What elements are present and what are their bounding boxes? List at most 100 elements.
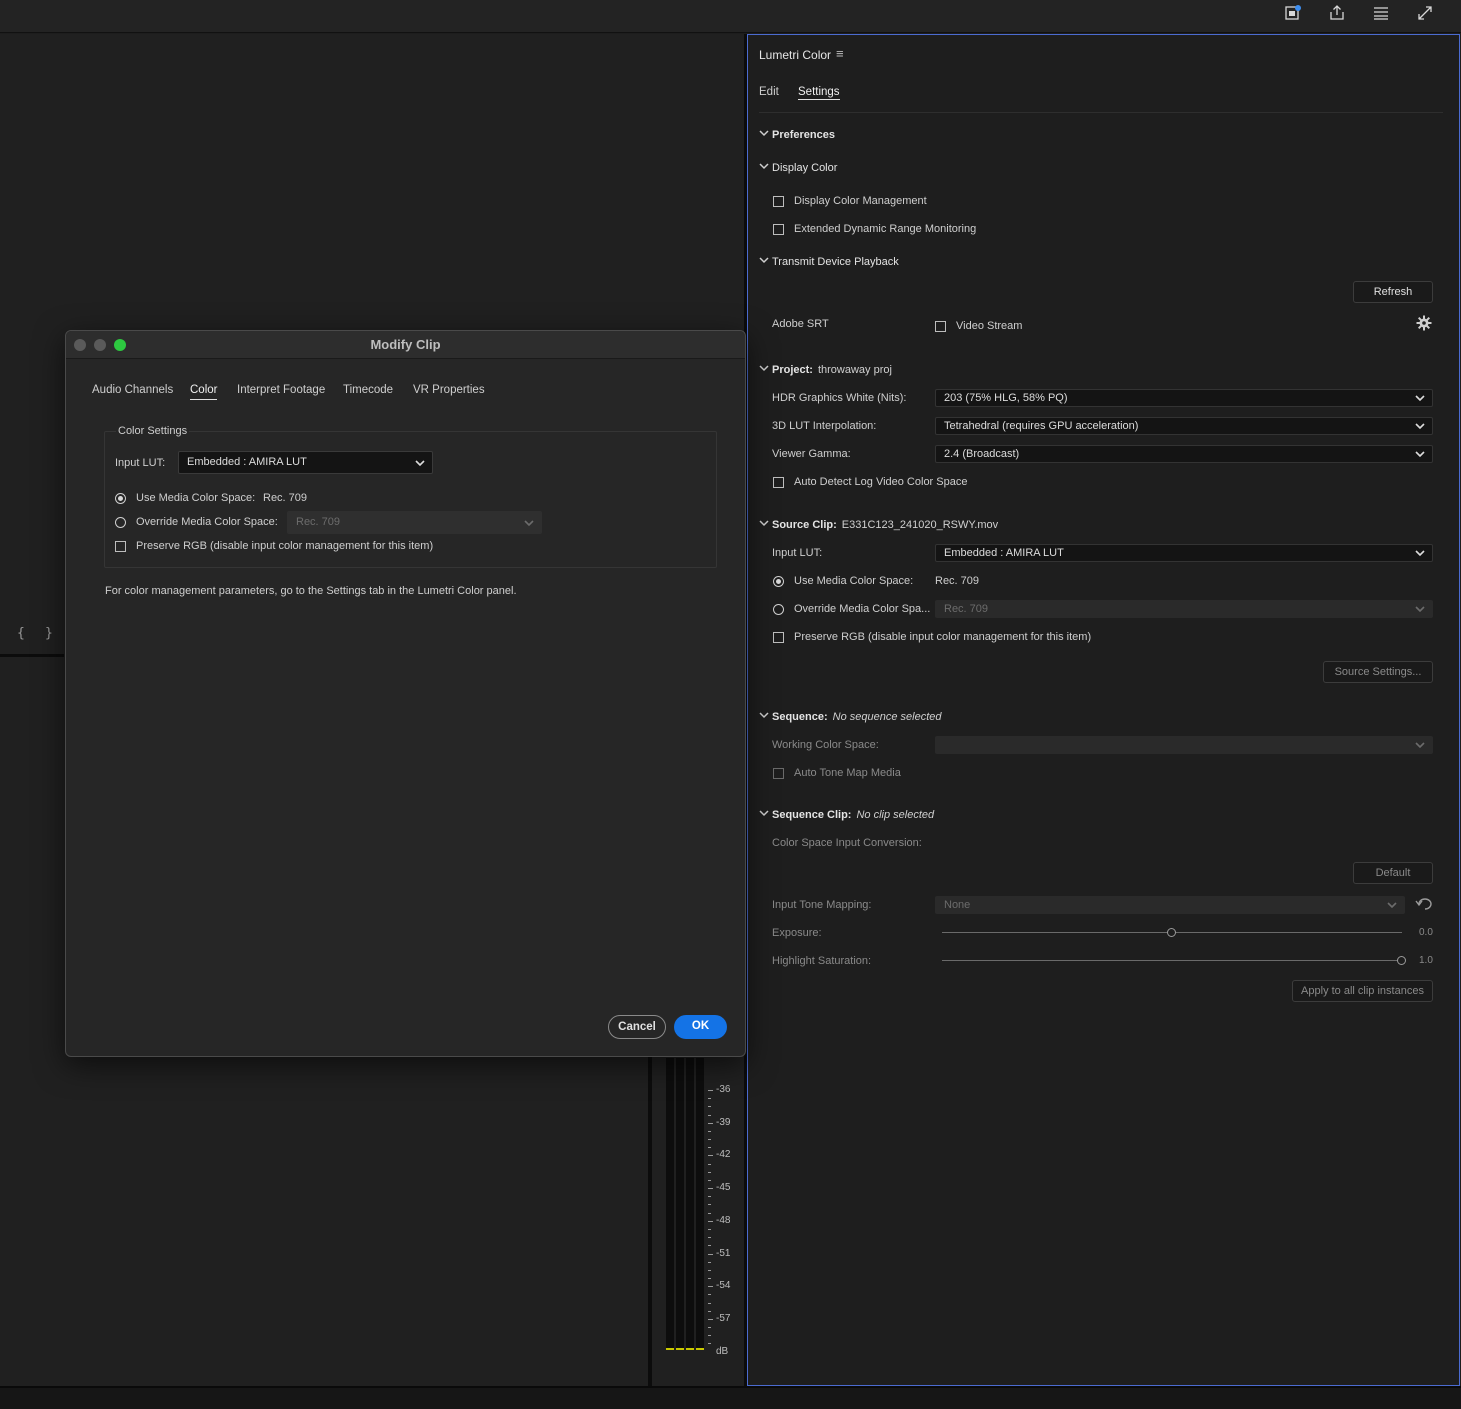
radio-button[interactable]	[773, 603, 784, 615]
section-label: Project:	[772, 364, 813, 376]
meter-tick	[708, 1253, 713, 1255]
override-color-space-dropdown[interactable]: Rec. 709	[287, 511, 542, 534]
viewer-gamma-label: Viewer Gamma:	[772, 448, 851, 460]
radio-button[interactable]	[115, 492, 126, 504]
meter-minor-tick	[708, 1310, 711, 1312]
extended-dynamic-range-option[interactable]: Extended Dynamic Range Monitoring	[773, 223, 976, 235]
viewer-gamma-dropdown[interactable]: 2.4 (Broadcast)	[935, 445, 1433, 463]
meter-minor-tick	[708, 1327, 711, 1329]
section-display-color[interactable]: Display Color	[759, 162, 837, 174]
override-color-space-dropdown[interactable]: Rec. 709	[935, 600, 1433, 618]
checkbox[interactable]	[115, 540, 126, 552]
meter-label: -54	[716, 1280, 731, 1292]
auto-detect-log-option[interactable]: Auto Detect Log Video Color Space	[773, 476, 967, 488]
section-source-clip[interactable]: Source Clip: E331C123_241020_RSWY.mov	[759, 519, 998, 531]
tab-color[interactable]: Color	[190, 384, 218, 400]
video-stream-option[interactable]: Video Stream	[935, 320, 1022, 332]
checkbox-label: Preserve RGB (disable input color manage…	[136, 540, 434, 552]
dialog-titlebar: Modify Clip	[66, 331, 745, 359]
checkbox[interactable]	[935, 320, 946, 332]
radio-button[interactable]	[115, 516, 126, 528]
fullscreen-icon[interactable]	[1413, 4, 1437, 24]
checkbox[interactable]	[773, 223, 784, 235]
default-button[interactable]: Default	[1353, 862, 1433, 884]
mark-out-icon[interactable]: }	[45, 626, 53, 641]
section-sequence[interactable]: Sequence: No sequence selected	[759, 711, 942, 723]
meter-tick	[708, 1090, 713, 1091]
quick-export-icon[interactable]	[1281, 4, 1305, 24]
use-media-color-space-option[interactable]: Use Media Color Space:	[773, 575, 913, 587]
display-color-management-option[interactable]: Display Color Management	[773, 195, 927, 207]
apply-to-all-button[interactable]: Apply to all clip instances	[1292, 980, 1433, 1002]
section-transmit-device-playback[interactable]: Transmit Device Playback	[759, 256, 899, 268]
tab-settings[interactable]: Settings	[798, 86, 840, 100]
highlight-saturation-value[interactable]: 1.0	[1419, 955, 1433, 966]
meter-tick	[708, 1318, 713, 1320]
section-preferences[interactable]: Preferences	[759, 129, 835, 141]
preserve-rgb-option[interactable]: Preserve RGB (disable input color manage…	[773, 631, 1091, 643]
meter-minor-tick	[708, 1139, 711, 1141]
auto-tone-map-option[interactable]: Auto Tone Map Media	[773, 767, 901, 779]
radio-button[interactable]	[773, 575, 784, 587]
checkbox[interactable]	[773, 631, 784, 643]
panel-menu-icon[interactable]: ≡	[836, 46, 844, 61]
tab-edit[interactable]: Edit	[759, 86, 779, 98]
meter-label: -39	[716, 1116, 731, 1128]
gear-icon[interactable]	[1416, 315, 1432, 331]
checkbox[interactable]	[773, 476, 784, 488]
meter-minor-tick	[708, 1163, 711, 1165]
mark-in-icon[interactable]: {	[17, 626, 25, 641]
chevron-down-icon	[1387, 902, 1397, 909]
preserve-rgb-option[interactable]: Preserve RGB (disable input color manage…	[115, 540, 433, 552]
lut-interpolation-dropdown[interactable]: Tetrahedral (requires GPU acceleration)	[935, 417, 1433, 435]
lumetri-color-panel: Lumetri Color ≡ Edit Settings Preference…	[747, 34, 1460, 1386]
color-management-note: For color management parameters, go to t…	[105, 585, 517, 597]
meter-minor-tick	[708, 1196, 711, 1198]
meter-channel	[666, 1058, 674, 1350]
refresh-button[interactable]: Refresh	[1353, 281, 1433, 303]
meter-minor-tick	[708, 1302, 711, 1304]
exposure-value[interactable]: 0.0	[1419, 927, 1433, 938]
modify-clip-dialog: Modify Clip Audio Channels Color Interpr…	[65, 330, 746, 1057]
meter-minor-tick	[708, 1204, 711, 1206]
override-media-color-space-option[interactable]: Override Media Color Spa...	[773, 603, 930, 615]
ok-button[interactable]: OK	[674, 1015, 727, 1039]
override-media-color-space-option[interactable]: Override Media Color Space:	[115, 516, 278, 528]
meter-channel	[696, 1058, 704, 1350]
use-media-color-space-option[interactable]: Use Media Color Space:	[115, 492, 255, 504]
section-project[interactable]: Project: throwaway proj	[759, 364, 892, 376]
lut-interpolation-label: 3D LUT Interpolation:	[772, 420, 877, 432]
highlight-saturation-slider-handle[interactable]	[1397, 956, 1406, 965]
exposure-slider-handle[interactable]	[1167, 928, 1176, 937]
working-color-space-dropdown[interactable]	[935, 736, 1433, 754]
input-lut-dropdown[interactable]: Embedded : AMIRA LUT	[935, 544, 1433, 562]
tab-timecode[interactable]: Timecode	[343, 384, 393, 396]
input-tone-mapping-dropdown[interactable]: None	[935, 896, 1405, 914]
tab-vr-properties[interactable]: VR Properties	[413, 384, 485, 396]
cancel-button[interactable]: Cancel	[608, 1015, 666, 1039]
checkbox[interactable]	[773, 767, 784, 779]
source-clip-name: E331C123_241020_RSWY.mov	[841, 519, 999, 531]
share-icon[interactable]	[1325, 4, 1349, 24]
input-lut-dropdown[interactable]: Embedded : AMIRA LUT	[178, 451, 433, 474]
meter-minor-tick	[708, 1237, 711, 1239]
dropdown-value: 2.4 (Broadcast)	[944, 448, 1020, 460]
tab-audio-channels[interactable]: Audio Channels	[92, 384, 173, 396]
working-color-space-label: Working Color Space:	[772, 739, 879, 751]
project-name: throwaway proj	[817, 364, 892, 376]
checkbox-label: Auto Tone Map Media	[794, 767, 901, 779]
meter-minor-tick	[708, 1261, 711, 1263]
meter-label: -57	[716, 1312, 731, 1324]
dropdown-value: Rec. 709	[944, 603, 989, 615]
panel-divider[interactable]	[648, 1055, 652, 1386]
chevron-down-icon	[524, 520, 534, 527]
highlight-saturation-slider[interactable]	[942, 960, 1402, 961]
section-sequence-clip[interactable]: Sequence Clip: No clip selected	[759, 809, 934, 821]
tab-interpret-footage[interactable]: Interpret Footage	[237, 384, 325, 396]
workspaces-icon[interactable]	[1369, 4, 1393, 24]
meter-label: -36	[716, 1084, 731, 1095]
checkbox[interactable]	[773, 195, 784, 207]
source-settings-button[interactable]: Source Settings...	[1323, 661, 1433, 683]
reset-icon[interactable]	[1415, 897, 1433, 911]
hdr-graphics-white-dropdown[interactable]: 203 (75% HLG, 58% PQ)	[935, 389, 1433, 407]
